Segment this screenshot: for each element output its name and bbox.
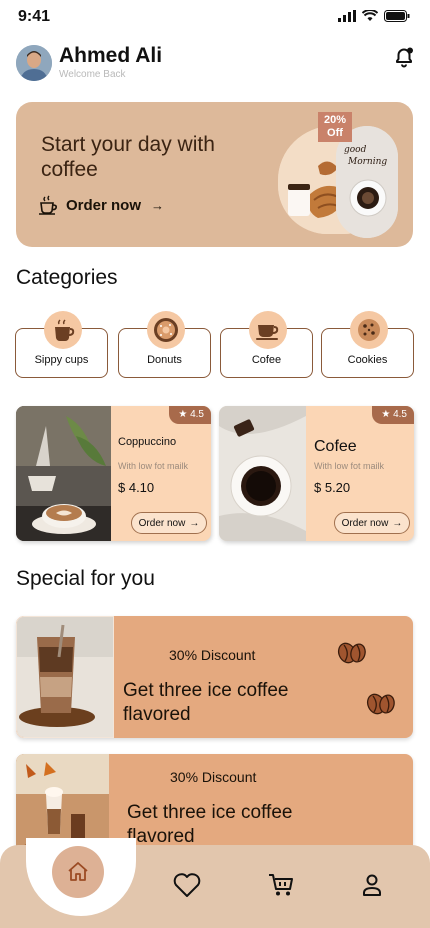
order-now-label: Order now bbox=[138, 517, 186, 529]
coffee-bean-icon bbox=[336, 640, 368, 671]
discount-label: 30% Discount bbox=[169, 647, 256, 663]
cup-icon bbox=[44, 311, 82, 349]
product-description: With low fot mailk bbox=[314, 461, 385, 471]
status-bar: 9:41 bbox=[0, 0, 430, 36]
discount-tag: 20% Off bbox=[318, 112, 352, 142]
nav-cart-button[interactable] bbox=[267, 871, 295, 899]
status-time: 9:41 bbox=[18, 8, 51, 25]
discount-percent: 20% bbox=[323, 114, 347, 126]
product-name: Cofee bbox=[314, 438, 357, 455]
nav-favorites-button[interactable] bbox=[173, 871, 201, 899]
category-label: Donuts bbox=[147, 354, 182, 366]
discount-label: 30% Discount bbox=[170, 769, 257, 785]
special-headline: Get three ice coffee flavored bbox=[123, 680, 289, 725]
status-icons bbox=[338, 10, 410, 22]
banner-title: Start your day with coffee bbox=[41, 133, 215, 181]
product-price: $ 4.10 bbox=[118, 480, 155, 495]
special-card[interactable]: 30% Discount Get three ice coffee flavor… bbox=[16, 616, 413, 738]
product-photo bbox=[16, 406, 111, 541]
signal-icon bbox=[338, 10, 356, 22]
product-card-coppuccino[interactable]: ★ 4.5 Coppuccino With low fot mailk $ 4.… bbox=[16, 406, 211, 541]
user-name: Ahmed Ali bbox=[59, 44, 163, 67]
category-label: Cookies bbox=[347, 354, 388, 366]
banner-order-button[interactable]: Order now → bbox=[38, 195, 164, 215]
avatar[interactable] bbox=[16, 45, 52, 81]
category-label: Cofee bbox=[251, 354, 282, 366]
category-sippy-cups[interactable]: Sippy cups bbox=[15, 311, 108, 378]
categories-title: Categories bbox=[16, 266, 118, 289]
product-photo bbox=[219, 406, 306, 541]
order-now-button[interactable]: Order now → bbox=[131, 512, 207, 534]
star-icon: ★ bbox=[178, 409, 188, 420]
svg-text:Morning: Morning bbox=[347, 157, 387, 167]
svg-text:good: good bbox=[344, 145, 367, 155]
arrow-right-icon: → bbox=[189, 517, 200, 529]
promo-banner[interactable]: Start your day with coffee Order now → g… bbox=[16, 102, 413, 247]
special-photo-iced-coffee bbox=[16, 616, 114, 738]
product-description: With low fot mailk bbox=[118, 461, 189, 471]
arrow-right-icon: → bbox=[392, 517, 403, 529]
product-card-cofee[interactable]: ★ 4.5 Cofee With low fot mailk $ 5.20 Or… bbox=[219, 406, 414, 541]
coffee-cup-icon bbox=[39, 195, 57, 215]
donut-icon bbox=[147, 311, 185, 349]
coffee-bean-icon bbox=[365, 691, 397, 722]
rating-value: 4.5 bbox=[393, 409, 407, 420]
banner-photo-morning-cup: good Morning bbox=[336, 126, 398, 238]
special-title: Special for you bbox=[16, 567, 155, 590]
cart-icon bbox=[269, 874, 293, 896]
order-now-button[interactable]: Order now → bbox=[334, 512, 410, 534]
welcome-text: Welcome Back bbox=[59, 69, 126, 80]
home-icon bbox=[68, 862, 88, 881]
nav-profile-button[interactable] bbox=[358, 871, 386, 899]
order-now-label: Order now bbox=[341, 517, 389, 529]
profile-icon bbox=[363, 874, 381, 896]
banner-order-label: Order now bbox=[66, 196, 142, 214]
rating-badge: ★ 4.5 bbox=[169, 406, 211, 424]
product-price: $ 5.20 bbox=[314, 480, 351, 495]
battery-icon bbox=[384, 10, 410, 22]
category-cookies[interactable]: Cookies bbox=[321, 311, 414, 378]
avatar-image bbox=[16, 45, 52, 81]
discount-off: Off bbox=[327, 127, 343, 139]
heart-icon bbox=[173, 873, 201, 897]
rating-value: 4.5 bbox=[190, 409, 204, 420]
category-donuts[interactable]: Donuts bbox=[118, 311, 211, 378]
wifi-icon bbox=[362, 10, 378, 21]
star-icon: ★ bbox=[381, 409, 391, 420]
notification-bell-icon[interactable] bbox=[392, 45, 416, 69]
cookie-icon bbox=[350, 311, 388, 349]
special-headline: Get three ice coffee flavored bbox=[127, 802, 293, 847]
arrow-right-icon: → bbox=[151, 197, 165, 213]
category-label: Sippy cups bbox=[34, 354, 89, 366]
product-name: Coppuccino bbox=[118, 436, 177, 448]
category-cofee[interactable]: Cofee bbox=[220, 311, 313, 378]
coffee-cup-icon bbox=[249, 311, 287, 349]
rating-badge: ★ 4.5 bbox=[372, 406, 414, 424]
nav-home-button[interactable] bbox=[52, 846, 104, 898]
